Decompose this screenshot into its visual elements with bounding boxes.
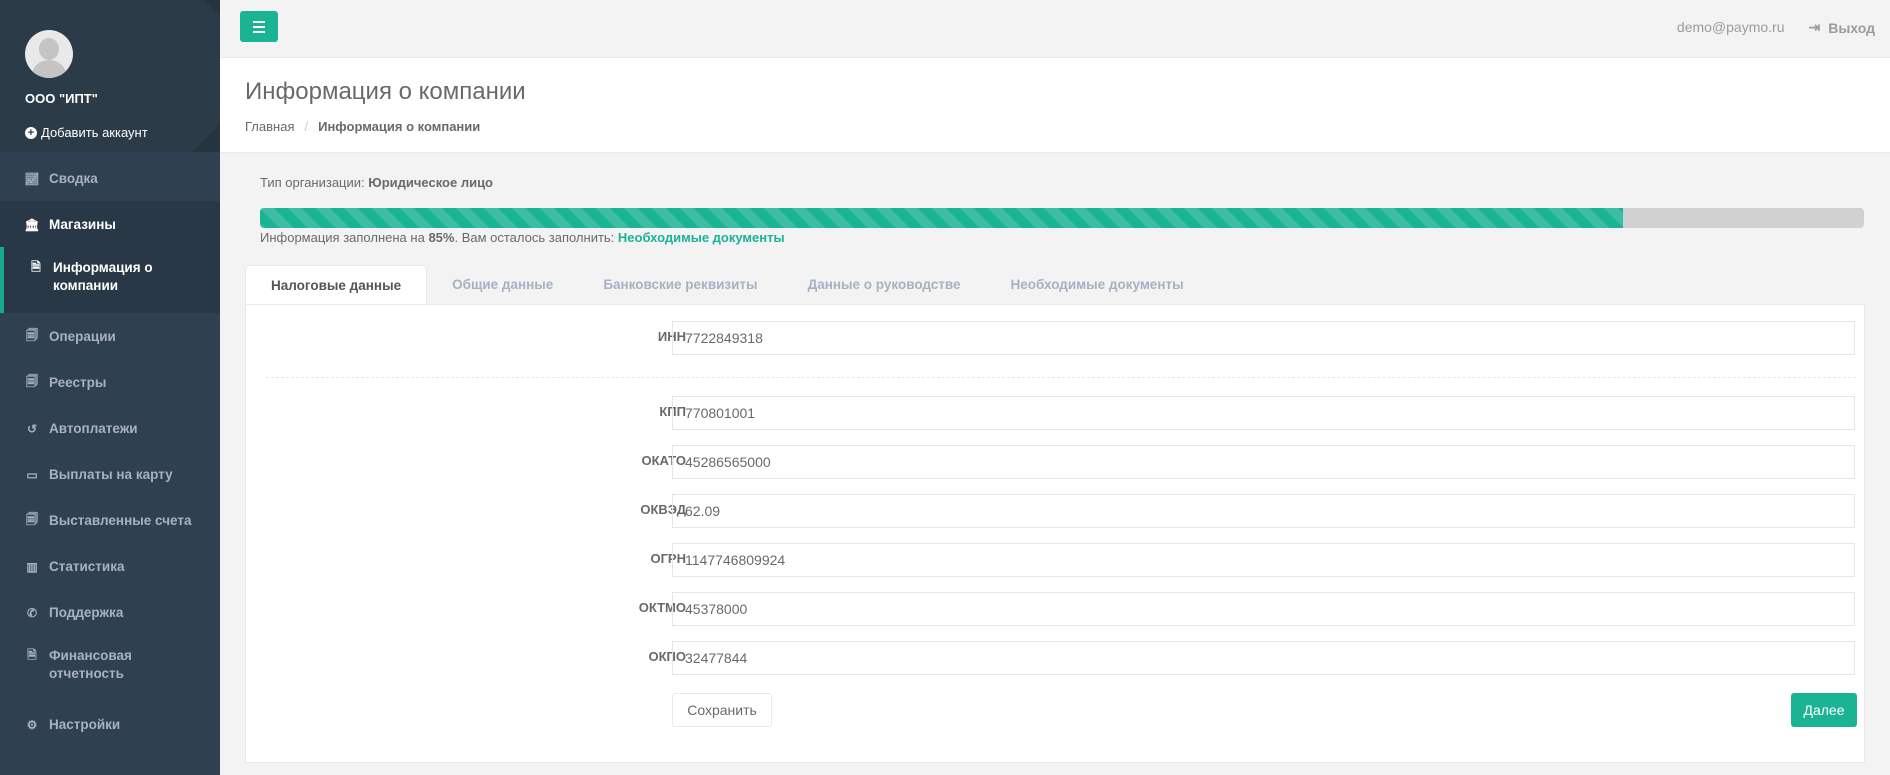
oktmo-input[interactable]: 45378000 xyxy=(672,592,1855,626)
org-type: Тип организации: Юридическое лицо xyxy=(260,175,1865,190)
progress-text: Информация заполнена на 85%. Вам осталос… xyxy=(260,230,1865,245)
page-title: Информация о компании xyxy=(245,78,526,105)
next-button[interactable]: Далее xyxy=(1791,693,1857,727)
company-name[interactable]: ООО "ИПТ" xyxy=(25,91,220,106)
sidebar-item-summary[interactable]: 📈︎ Сводка xyxy=(0,155,220,201)
sidebar-item-support[interactable]: ✆ Поддержка xyxy=(0,589,220,635)
files-icon: 🗐︎ xyxy=(26,374,38,388)
tab-bank-details[interactable]: Банковские реквизиты xyxy=(578,265,782,304)
sidebar-item-settings[interactable]: ⚙︎ Настройки xyxy=(0,701,220,747)
form-divider xyxy=(266,377,1856,378)
form-row-inn: ИНН 7722849318 xyxy=(246,321,1866,355)
sidebar-item-label: Магазины xyxy=(49,216,116,232)
hamburger-icon xyxy=(253,20,265,23)
tab-tax-data[interactable]: Налоговые данные xyxy=(245,265,428,304)
menu-toggle-button[interactable] xyxy=(240,11,278,42)
tab-management-data[interactable]: Данные о руководстве xyxy=(783,265,986,304)
add-account-link[interactable]: + Добавить аккаунт xyxy=(25,125,220,140)
progress-text-after: . Вам осталось заполнить: xyxy=(454,230,615,245)
breadcrumb-home[interactable]: Главная xyxy=(245,119,294,134)
sidebar-item-company-info[interactable]: 🗎︎ Информация о компании xyxy=(0,247,220,313)
tabs: Налоговые данные Общие данные Банковские… xyxy=(245,265,1865,305)
progress-text-before: Информация заполнена на xyxy=(260,230,425,245)
sidebar-item-label: Информация о компании xyxy=(53,260,153,293)
sidebar-item-financial-reports[interactable]: 🗎︎ Финансовая отчетность xyxy=(0,635,220,701)
add-account-label: Добавить аккаунт xyxy=(41,125,148,140)
hamburger-icon-bar xyxy=(253,25,265,28)
sidebar-item-label: Статистика xyxy=(49,558,125,574)
okved-input[interactable]: 62.09 xyxy=(672,494,1855,528)
form-row-okved: ОКВЭД 62.09 xyxy=(246,494,1866,528)
progress-percent: 85% xyxy=(428,230,455,245)
logout-label: Выход xyxy=(1828,19,1875,36)
form-row-kpp: КПП 770801001 xyxy=(246,396,1866,430)
form-row-okato: ОКАТО 45286565000 xyxy=(246,445,1866,479)
hamburger-icon-bar xyxy=(253,30,265,33)
sidebar-item-autopayments[interactable]: ↺ Автоплатежи xyxy=(0,405,220,451)
sidebar-item-label: Настройки xyxy=(49,716,121,732)
file-icon: 🗎︎ xyxy=(31,260,41,274)
file-icon: 🗎︎ xyxy=(27,648,37,662)
sidebar-nav: 📈︎ Сводка 🏛︎ Магазины 🗎︎ Информация о ко… xyxy=(0,155,220,747)
kpp-input[interactable]: 770801001 xyxy=(672,396,1855,430)
completion-progress-fill xyxy=(260,208,1624,228)
breadcrumb: Главная / Информация о компании xyxy=(245,119,1890,134)
credit-card-icon: ▭ xyxy=(26,467,38,482)
sidebar-item-label: Поддержка xyxy=(49,604,124,620)
bank-icon: 🏛︎ xyxy=(24,217,40,232)
history-icon: ↺ xyxy=(26,421,38,436)
org-type-label: Тип организации: xyxy=(260,175,365,190)
gear-icon: ⚙︎ xyxy=(26,717,38,732)
required-documents-link[interactable]: Необходимые документы xyxy=(618,230,785,245)
line-chart-icon: 📈︎ xyxy=(24,171,40,186)
breadcrumb-separator: / xyxy=(304,119,309,134)
bar-chart-icon: ▥ xyxy=(26,559,38,574)
ogrn-input[interactable]: 1147746809924 xyxy=(672,543,1855,577)
main-content: Тип организации: Юридическое лицо Информ… xyxy=(245,153,1865,763)
sidebar-item-label: Автоплатежи xyxy=(49,420,138,436)
sidebar-item-label: Финансовая отчетность xyxy=(49,648,132,681)
sidebar-item-shops[interactable]: 🏛︎ Магазины xyxy=(0,201,220,247)
sidebar-item-registers[interactable]: 🗐︎ Реестры xyxy=(0,359,220,405)
user-email[interactable]: demo@paymo.ru xyxy=(1677,19,1785,36)
top-bar: demo@paymo.ru ⇥ Выход xyxy=(220,0,1890,58)
sidebar-item-label: Реестры xyxy=(49,374,107,390)
sidebar: ООО "ИПТ" + Добавить аккаунт 📈︎ Сводка 🏛… xyxy=(0,0,220,775)
top-right-area: demo@paymo.ru ⇥ Выход xyxy=(1677,19,1875,36)
okpo-input[interactable]: 32477844 xyxy=(672,641,1855,675)
save-button[interactable]: Сохранить xyxy=(672,693,772,727)
sidebar-item-label: Сводка xyxy=(49,170,98,186)
page-heading: Информация о компании Главная / Информац… xyxy=(220,58,1890,153)
avatar[interactable] xyxy=(25,30,73,78)
files-icon: 🗐︎ xyxy=(26,512,38,526)
tax-data-form: ИНН 7722849318 КПП 770801001 ОКАТО 45286… xyxy=(245,305,1865,763)
sidebar-item-label: Выплаты на карту xyxy=(49,466,173,482)
profile-block: ООО "ИПТ" + Добавить аккаунт xyxy=(0,0,220,152)
sign-out-icon: ⇥ xyxy=(1808,19,1821,35)
org-type-value: Юридическое лицо xyxy=(368,175,493,190)
plus-circle-icon: + xyxy=(25,126,37,139)
sidebar-item-card-payouts[interactable]: ▭ Выплаты на карту xyxy=(0,451,220,497)
completion-progress xyxy=(260,208,1864,228)
form-row-oktmo: ОКТМО 45378000 xyxy=(246,592,1866,626)
inn-input[interactable]: 7722849318 xyxy=(672,321,1855,355)
sidebar-item-label: Операции xyxy=(49,328,116,344)
files-icon: 🗐︎ xyxy=(26,328,38,342)
tab-required-documents[interactable]: Необходимые документы xyxy=(986,265,1209,304)
tab-general-data[interactable]: Общие данные xyxy=(427,265,578,304)
phone-icon: ✆ xyxy=(26,605,38,620)
form-row-ogrn: ОГРН 1147746809924 xyxy=(246,543,1866,577)
breadcrumb-current: Информация о компании xyxy=(318,119,481,134)
sidebar-item-label: Выставленные счета xyxy=(49,512,192,528)
sidebar-item-statistics[interactable]: ▥ Статистика xyxy=(0,543,220,589)
form-row-okpo: ОКПО 32477844 xyxy=(246,641,1866,675)
sidebar-item-operations[interactable]: 🗐︎ Операции xyxy=(0,313,220,359)
sidebar-item-invoices[interactable]: 🗐︎ Выставленные счета xyxy=(0,497,220,543)
okato-input[interactable]: 45286565000 xyxy=(672,445,1855,479)
logout-link[interactable]: ⇥ Выход xyxy=(1809,19,1876,36)
